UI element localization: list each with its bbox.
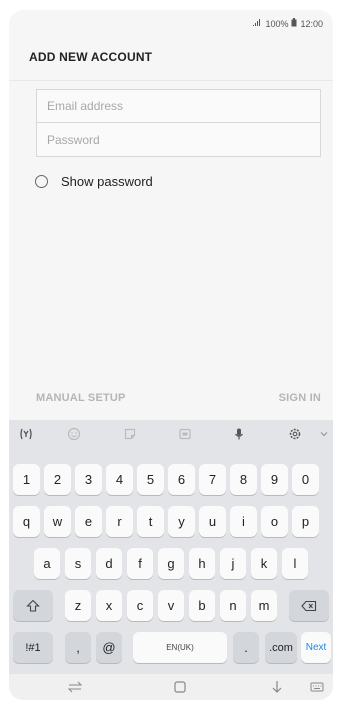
space-key[interactable]: EN(UK) — [133, 632, 227, 663]
emoji-icon[interactable] — [63, 424, 85, 444]
sticker-icon[interactable] — [119, 424, 141, 444]
period-key[interactable]: . — [233, 632, 259, 663]
key-c[interactable]: c — [127, 590, 153, 621]
key-a[interactable]: a — [34, 548, 60, 579]
home-icon[interactable] — [167, 678, 193, 696]
keyboard: 1 2 3 4 5 6 7 8 9 0 q w e r t y u i o p … — [9, 420, 333, 674]
key-q[interactable]: q — [13, 506, 40, 537]
key-v[interactable]: v — [158, 590, 184, 621]
battery-icon — [291, 18, 297, 29]
gif-icon[interactable] — [174, 424, 196, 444]
key-i[interactable]: i — [230, 506, 257, 537]
recent-apps-icon[interactable] — [62, 678, 88, 696]
key-2[interactable]: 2 — [44, 464, 71, 495]
shift-icon — [26, 599, 40, 612]
manual-setup-button[interactable]: MANUAL SETUP — [36, 392, 126, 404]
key-n[interactable]: n — [220, 590, 246, 621]
key-y[interactable]: y — [168, 506, 195, 537]
key-w[interactable]: w — [44, 506, 71, 537]
at-key[interactable]: @ — [96, 632, 122, 663]
password-field[interactable] — [37, 123, 320, 156]
account-form — [36, 89, 321, 157]
clock: 12:00 — [300, 18, 323, 29]
key-t[interactable]: t — [137, 506, 164, 537]
key-r[interactable]: r — [106, 506, 133, 537]
key-m[interactable]: m — [251, 590, 277, 621]
key-k[interactable]: k — [251, 548, 277, 579]
signal-icon — [252, 18, 262, 29]
key-9[interactable]: 9 — [261, 464, 288, 495]
phone-screen: 100% 12:00 ADD NEW ACCOUNT Show password… — [9, 10, 333, 700]
key-f[interactable]: f — [127, 548, 153, 579]
backspace-icon — [301, 600, 317, 611]
key-o[interactable]: o — [261, 506, 288, 537]
key-s[interactable]: s — [65, 548, 91, 579]
app-header: ADD NEW ACCOUNT — [9, 34, 333, 81]
key-u[interactable]: u — [199, 506, 226, 537]
navigation-bar — [9, 674, 333, 700]
comma-key[interactable]: , — [65, 632, 91, 663]
bottom-actions: MANUAL SETUP SIGN IN — [9, 380, 333, 420]
key-6[interactable]: 6 — [168, 464, 195, 495]
back-icon[interactable] — [264, 678, 290, 696]
keyboard-toolbar — [9, 420, 333, 448]
email-field-container — [36, 89, 321, 123]
next-key[interactable]: Next — [301, 632, 331, 663]
show-password-option[interactable]: Show password — [35, 174, 153, 189]
battery-percent: 100% — [265, 18, 289, 29]
key-d[interactable]: d — [96, 548, 122, 579]
chevron-down-icon[interactable] — [313, 424, 333, 444]
key-z[interactable]: z — [65, 590, 91, 621]
mic-icon[interactable] — [228, 424, 250, 444]
key-7[interactable]: 7 — [199, 464, 226, 495]
key-0[interactable]: 0 — [292, 464, 319, 495]
show-password-label: Show password — [61, 174, 153, 189]
sign-in-button[interactable]: SIGN IN — [279, 392, 321, 404]
show-password-radio[interactable] — [35, 175, 48, 188]
symbols-key[interactable]: !#1 — [13, 632, 53, 663]
shift-key[interactable] — [13, 590, 53, 621]
settings-icon[interactable] — [284, 424, 306, 444]
key-l[interactable]: l — [282, 548, 308, 579]
email-field[interactable] — [37, 90, 320, 122]
status-bar: 100% 12:00 — [9, 10, 333, 34]
key-3[interactable]: 3 — [75, 464, 102, 495]
key-4[interactable]: 4 — [106, 464, 133, 495]
key-x[interactable]: x — [96, 590, 122, 621]
key-h[interactable]: h — [189, 548, 215, 579]
key-1[interactable]: 1 — [13, 464, 40, 495]
backspace-key[interactable] — [289, 590, 329, 621]
key-b[interactable]: b — [189, 590, 215, 621]
password-field-container — [36, 123, 321, 157]
dotcom-key[interactable]: .com — [265, 632, 297, 663]
bixby-icon[interactable] — [15, 424, 37, 444]
key-j[interactable]: j — [220, 548, 246, 579]
key-g[interactable]: g — [158, 548, 184, 579]
key-8[interactable]: 8 — [230, 464, 257, 495]
page-title: ADD NEW ACCOUNT — [29, 50, 153, 64]
key-5[interactable]: 5 — [137, 464, 164, 495]
keyboard-switch-icon[interactable] — [304, 678, 330, 696]
key-p[interactable]: p — [292, 506, 319, 537]
key-e[interactable]: e — [75, 506, 102, 537]
